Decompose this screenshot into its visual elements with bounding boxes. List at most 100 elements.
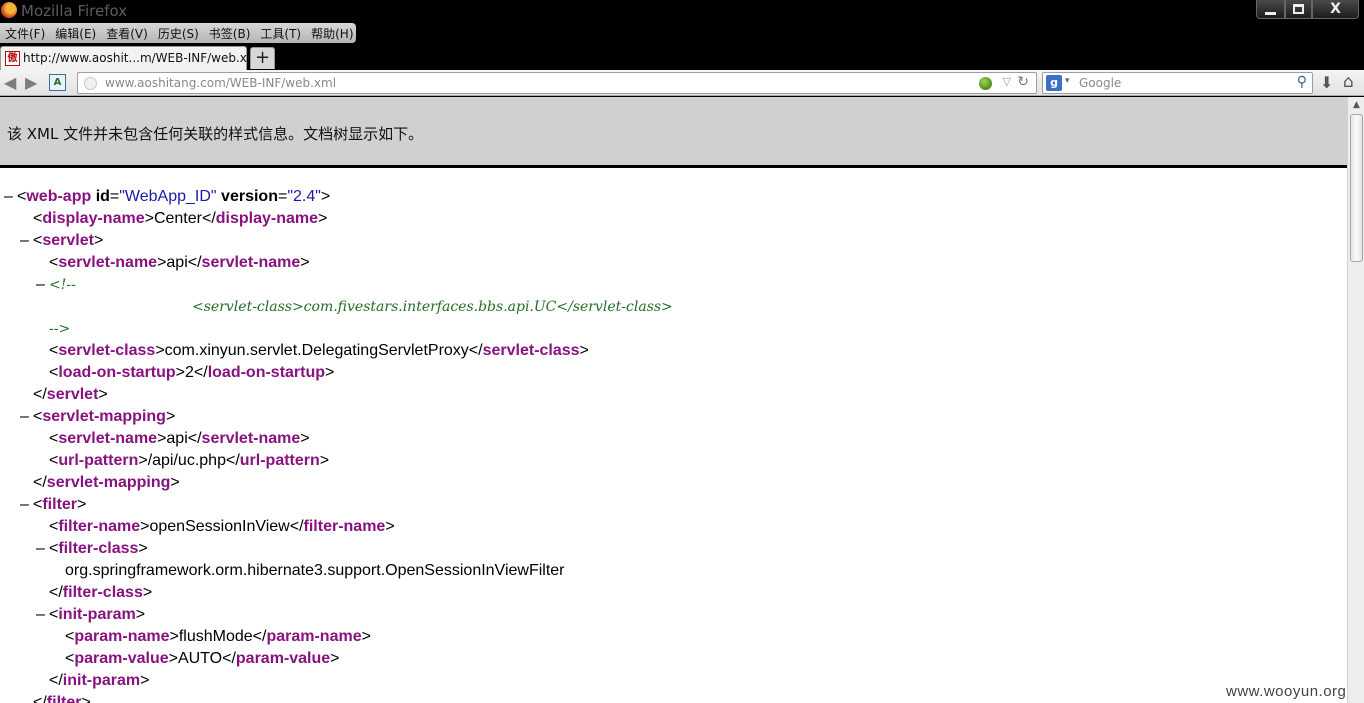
- url-text[interactable]: www.aoshitang.com/WEB-INF/web.xml: [105, 76, 336, 90]
- collapse-toggle[interactable]: –: [36, 539, 45, 559]
- menu-history[interactable]: 历史(S): [153, 23, 204, 43]
- xml-tag-name: servlet-mapping: [42, 408, 166, 425]
- xml-tag-name: init-param: [58, 606, 136, 623]
- search-bar[interactable]: g ▾ Google ⚲: [1042, 72, 1313, 94]
- xml-text: <: [49, 342, 59, 359]
- xml-text: <: [49, 254, 59, 271]
- search-input[interactable]: Google: [1079, 76, 1121, 90]
- scroll-up-arrow-icon[interactable]: ▲: [1349, 98, 1364, 113]
- xml-tag-name: filter-class: [58, 540, 139, 557]
- xml-text: </: [49, 672, 63, 689]
- xml-tag-name: servlet-class: [482, 342, 580, 359]
- maximize-button[interactable]: [1285, 0, 1312, 19]
- xml-text: org.springframework.orm.hibernate3.suppo…: [65, 562, 565, 579]
- back-arrow-icon[interactable]: ◀: [4, 73, 16, 92]
- xml-tag-name: filter: [46, 694, 82, 703]
- xml-tag-name: servlet-mapping: [46, 474, 171, 491]
- xml-text: =: [109, 188, 120, 205]
- xml-tag-name: display-name: [42, 210, 145, 227]
- xml-text: <: [33, 210, 43, 227]
- menu-view[interactable]: 查看(V): [101, 23, 153, 43]
- site-identity-icon[interactable]: [84, 77, 97, 90]
- menu-edit[interactable]: 编辑(E): [50, 23, 101, 43]
- home-icon[interactable]: ⌂: [1343, 72, 1354, 92]
- tab-title: http://www.aoshit...m/WEB-INF/web.xml: [23, 51, 262, 65]
- xml-tag-name: display-name: [215, 210, 319, 227]
- collapse-toggle[interactable]: –: [20, 231, 29, 251]
- xml-tag-name: param-name: [74, 628, 170, 645]
- xml-text: >: [135, 606, 146, 623]
- xml-tag-name: url-pattern: [58, 452, 139, 469]
- xml-text: <: [65, 628, 75, 645]
- xml-text: >: [77, 496, 87, 513]
- xml-text: <: [49, 540, 59, 557]
- page-viewport: 该 XML 文件并未包含任何关联的样式信息。文档树显示如下。 – <web-app…: [0, 97, 1364, 703]
- xml-text: >: [320, 188, 331, 205]
- close-icon: X: [1330, 1, 1341, 17]
- xml-tag-name: web-app: [26, 188, 92, 205]
- new-tab-button[interactable]: +: [250, 47, 275, 69]
- xml-tag-name: servlet-name: [58, 254, 158, 271]
- collapse-toggle[interactable]: –: [36, 605, 45, 625]
- window-title-bar: Mozilla Firefox X: [0, 0, 1364, 22]
- xml-text: >api</: [157, 430, 202, 447]
- restore-icon: [1293, 4, 1304, 14]
- collapse-toggle[interactable]: –: [20, 495, 29, 515]
- xml-tag-name: filter-name: [58, 518, 141, 535]
- window-title: Mozilla Firefox: [21, 2, 128, 20]
- search-icon[interactable]: ⚲: [1297, 74, 1307, 90]
- collapse-toggle[interactable]: –: [4, 187, 13, 207]
- xml-text: >/api/uc.php</: [138, 452, 240, 469]
- site-favicon-icon: 傲: [5, 51, 20, 66]
- xml-comment: -->: [49, 321, 71, 337]
- collapse-toggle[interactable]: –: [20, 407, 29, 427]
- xml-text: </: [33, 474, 47, 491]
- xml-tag-name: servlet: [46, 386, 99, 403]
- xml-text: >com.xinyun.servlet.DelegatingServletPro…: [155, 342, 483, 359]
- url-history-dropdown-icon[interactable]: ▽: [1003, 75, 1011, 88]
- menu-tools[interactable]: 工具(T): [255, 23, 306, 43]
- xml-attribute-name: version: [221, 188, 278, 205]
- xml-tag-name: load-on-startup: [207, 364, 326, 381]
- xml-tag-name: servlet: [42, 232, 94, 249]
- xml-tag-name: filter: [42, 496, 78, 513]
- xml-text: >: [579, 342, 589, 359]
- xml-text: >: [318, 210, 328, 227]
- menu-file[interactable]: 文件(F): [0, 23, 50, 43]
- xml-text: </: [49, 584, 63, 601]
- xml-tag-name: servlet-name: [201, 430, 301, 447]
- tab-active[interactable]: 傲 http://www.aoshit...m/WEB-INF/web.xml: [0, 46, 262, 70]
- xml-tag-name: servlet-name: [58, 430, 158, 447]
- minimize-button[interactable]: [1256, 0, 1285, 19]
- xml-text: >: [81, 694, 91, 703]
- xml-text: >: [140, 672, 150, 689]
- xml-attribute-name: id: [95, 188, 110, 205]
- vertical-scrollbar[interactable]: ▲: [1347, 97, 1364, 703]
- xml-text: >: [98, 386, 108, 403]
- reload-icon[interactable]: ↻: [1017, 74, 1029, 90]
- xml-text: <: [49, 518, 59, 535]
- xml-text: >: [300, 254, 310, 271]
- xml-text: <: [49, 364, 59, 381]
- xml-text: <: [49, 606, 59, 623]
- forward-arrow-icon[interactable]: ▶: [25, 73, 37, 92]
- xml-tag-name: filter-name: [303, 518, 386, 535]
- download-icon[interactable]: ⬇: [1320, 73, 1333, 92]
- engine-dropdown-icon[interactable]: ▾: [1065, 76, 1070, 86]
- url-bar[interactable]: www.aoshitang.com/WEB-INF/web.xml ▽ ↻: [77, 72, 1037, 94]
- status-globe-icon[interactable]: [979, 77, 992, 90]
- collapse-toggle[interactable]: –: [36, 275, 45, 295]
- google-engine-icon[interactable]: g: [1046, 75, 1062, 91]
- menu-bookmarks[interactable]: 书签(B): [204, 23, 256, 43]
- xml-text: >openSessionInView</: [140, 518, 304, 535]
- addon-icon[interactable]: A: [49, 74, 66, 91]
- xml-text: >Center</: [144, 210, 216, 227]
- menu-help[interactable]: 帮助(H): [306, 23, 358, 43]
- watermark: www.wooyun.org: [1226, 683, 1347, 700]
- xml-text: >: [170, 474, 180, 491]
- scrollbar-thumb[interactable]: [1350, 114, 1363, 262]
- xml-tag-name: load-on-startup: [58, 364, 176, 381]
- xml-text: <: [33, 408, 43, 425]
- close-window-button[interactable]: X: [1312, 0, 1359, 19]
- xml-text: >: [325, 364, 335, 381]
